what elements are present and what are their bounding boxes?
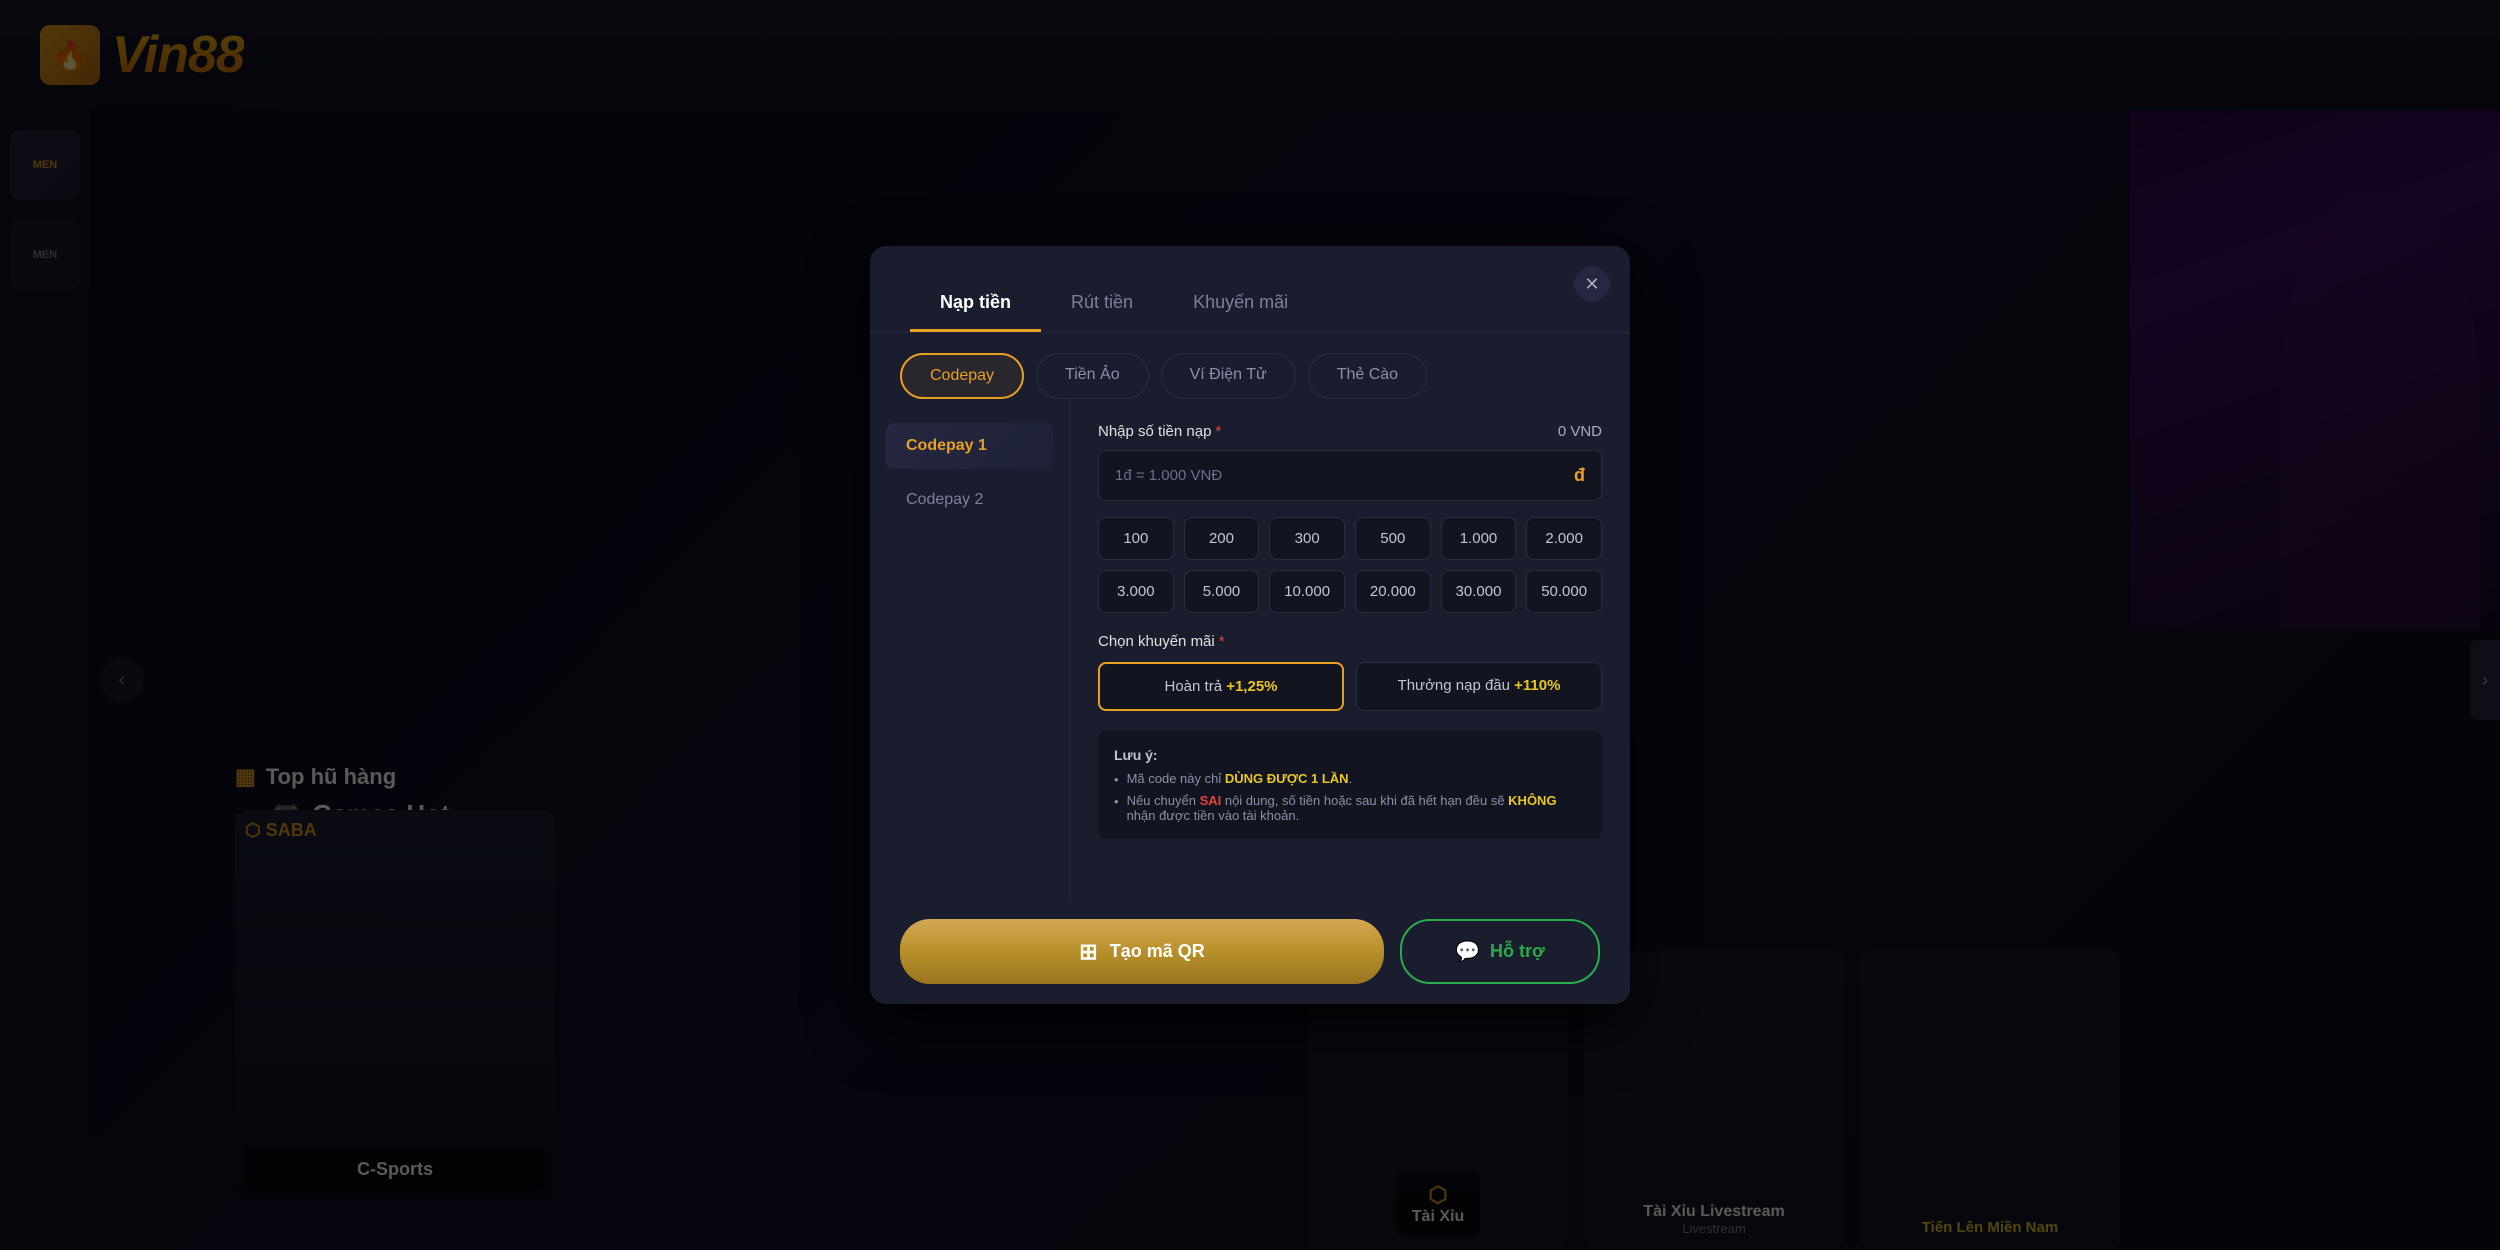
notes-section: Lưu ý: Mã code này chỉ DÙNG ĐƯỢC 1 LẦN. … — [1098, 731, 1602, 839]
deposit-modal: ✕ Nạp tiền Rút tiền Khuyến mãi Codepay T… — [870, 246, 1630, 1004]
notes-title: Lưu ý: — [1114, 747, 1586, 763]
amount-input-placeholder: 1đ = 1.000 VNĐ — [1115, 467, 1222, 484]
create-qr-button[interactable]: ⊞ Tạo mã QR — [900, 919, 1384, 984]
payment-type-the-cao[interactable]: Thẻ Cào — [1308, 353, 1427, 399]
amount-label-row: Nhập số tiền nạp* 0 VND — [1098, 423, 1602, 440]
payment-type-vi-dien-tu[interactable]: Ví Điện Tử — [1161, 353, 1296, 399]
support-icon: 💬 — [1455, 939, 1480, 964]
amount-label-text: Nhập số tiền nạp* — [1098, 423, 1221, 440]
amount-currency-icon: đ — [1574, 465, 1585, 486]
quick-amount-20000[interactable]: 20.000 — [1355, 570, 1431, 613]
quick-amount-5000[interactable]: 5.000 — [1184, 570, 1260, 613]
promo-option-hoan-tra[interactable]: Hoàn trả +1,25% — [1098, 662, 1344, 711]
promo-option-thuong-nap-dau[interactable]: Thưởng nạp đầu +110% — [1356, 662, 1602, 711]
modal-left-panel: Codepay 1 Codepay 2 — [870, 399, 1070, 899]
modal-footer: ⊞ Tạo mã QR 💬 Hỗ trợ — [870, 899, 1630, 1004]
quick-amount-3000[interactable]: 3.000 — [1098, 570, 1174, 613]
quick-amount-50000[interactable]: 50.000 — [1526, 570, 1602, 613]
tab-rut-tien[interactable]: Rút tiền — [1041, 276, 1163, 332]
quick-amount-30000[interactable]: 30.000 — [1441, 570, 1517, 613]
modal-body: Codepay 1 Codepay 2 Nhập số tiền nạp* 0 … — [870, 399, 1630, 899]
note-item-1: Mã code này chỉ DÙNG ĐƯỢC 1 LẦN. — [1114, 771, 1586, 787]
payment-option-codepay2[interactable]: Codepay 2 — [886, 477, 1053, 523]
payment-type-tien-ao[interactable]: Tiền Ảo — [1036, 353, 1149, 399]
modal-tabs: Nạp tiền Rút tiền Khuyến mãi — [870, 246, 1630, 333]
quick-amount-10000[interactable]: 10.000 — [1269, 570, 1345, 613]
tab-nap-tien[interactable]: Nạp tiền — [910, 276, 1041, 332]
amount-display: 0 VND — [1558, 423, 1602, 440]
payment-type-codepay[interactable]: Codepay — [900, 353, 1024, 399]
quick-amount-500[interactable]: 500 — [1355, 517, 1431, 560]
modal-overlay: ✕ Nạp tiền Rút tiền Khuyến mãi Codepay T… — [0, 0, 2500, 1250]
quick-amounts-grid: 100 200 300 500 1.000 2.000 3.000 5.000 … — [1098, 517, 1602, 613]
quick-amount-2000[interactable]: 2.000 — [1526, 517, 1602, 560]
modal-right-panel: Nhập số tiền nạp* 0 VND 1đ = 1.000 VNĐ đ… — [1070, 399, 1630, 899]
notes-list: Mã code này chỉ DÙNG ĐƯỢC 1 LẦN. Nếu chu… — [1114, 771, 1586, 823]
promo-options: Hoàn trả +1,25% Thưởng nạp đầu +110% — [1098, 662, 1602, 711]
quick-amount-100[interactable]: 100 — [1098, 517, 1174, 560]
quick-amount-1000[interactable]: 1.000 — [1441, 517, 1517, 560]
support-button[interactable]: 💬 Hỗ trợ — [1400, 919, 1600, 984]
quick-amount-200[interactable]: 200 — [1184, 517, 1260, 560]
payment-type-tabs: Codepay Tiền Ảo Ví Điện Tử Thẻ Cào — [870, 333, 1630, 399]
tab-khuyen-mai[interactable]: Khuyến mãi — [1163, 276, 1318, 332]
promo-label: Chọn khuyến mãi* — [1098, 633, 1602, 650]
quick-amount-300[interactable]: 300 — [1269, 517, 1345, 560]
note-item-2: Nếu chuyển SAI nội dung, số tiền hoặc sa… — [1114, 793, 1586, 823]
amount-input[interactable]: 1đ = 1.000 VNĐ đ — [1098, 450, 1602, 501]
payment-option-codepay1[interactable]: Codepay 1 — [886, 423, 1053, 469]
qr-icon: ⊞ — [1079, 939, 1097, 965]
